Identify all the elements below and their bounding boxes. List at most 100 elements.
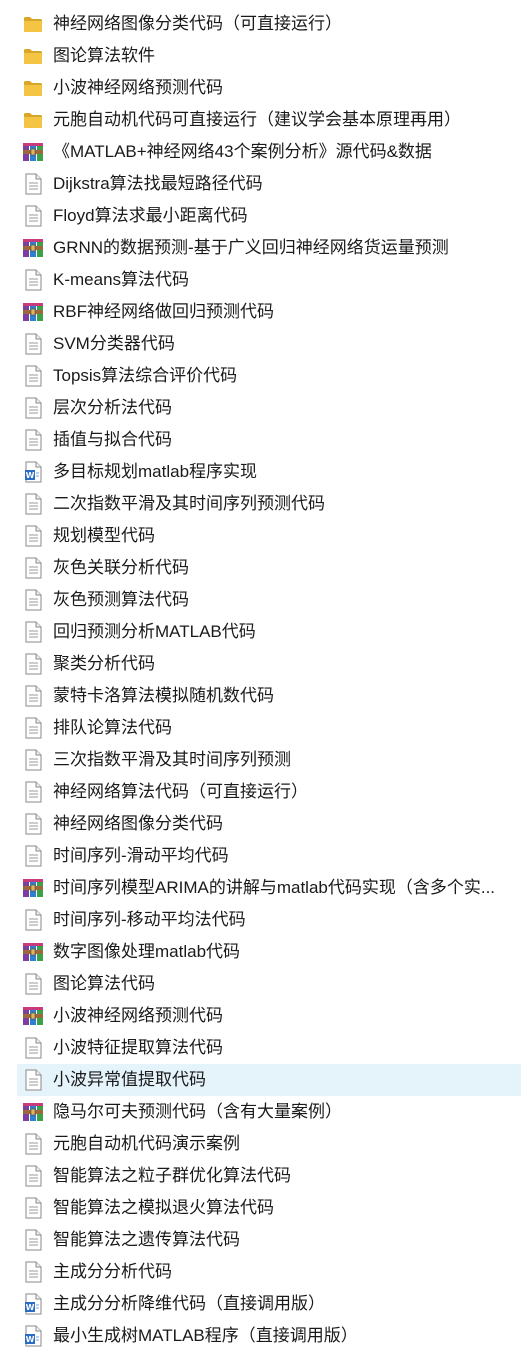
file-item[interactable]: 神经网络算法代码（可直接运行） (0, 776, 521, 808)
file-name: 插值与拟合代码 (53, 430, 172, 449)
file-item[interactable]: 回归预测分析MATLAB代码 (0, 616, 521, 648)
file-item[interactable]: 时间序列-移动平均法代码 (0, 904, 521, 936)
file-item[interactable]: 灰色预测算法代码 (0, 584, 521, 616)
folder-icon (22, 109, 44, 131)
file-name: 三次指数平滑及其时间序列预测 (53, 750, 291, 769)
file-name: SVM分类器代码 (53, 334, 175, 353)
archive-icon (22, 237, 44, 259)
archive-icon (22, 877, 44, 899)
document-icon (22, 397, 44, 419)
file-name: 智能算法之粒子群优化算法代码 (53, 1166, 291, 1185)
file-item[interactable]: GRNN的数据预测-基于广义回归神经网络货运量预测 (0, 232, 521, 264)
document-icon (22, 1165, 44, 1187)
file-name: 时间序列-滑动平均代码 (53, 846, 229, 865)
file-name: GRNN的数据预测-基于广义回归神经网络货运量预测 (53, 238, 449, 257)
document-icon (22, 749, 44, 771)
file-name: 图论算法代码 (53, 974, 155, 993)
file-item[interactable]: Topsis算法综合评价代码 (0, 360, 521, 392)
file-item[interactable]: 小波特征提取算法代码 (0, 1032, 521, 1064)
file-item[interactable]: Floyd算法求最小距离代码 (0, 200, 521, 232)
svg-text:W: W (26, 471, 35, 480)
file-item[interactable]: 时间序列-滑动平均代码 (0, 840, 521, 872)
svg-text:W: W (26, 1335, 35, 1344)
file-item[interactable]: 《MATLAB+神经网络43个案例分析》源代码&数据 (0, 136, 521, 168)
document-icon (22, 333, 44, 355)
file-name: 《MATLAB+神经网络43个案例分析》源代码&数据 (53, 142, 432, 161)
file-item[interactable]: 数字图像处理matlab代码 (0, 936, 521, 968)
document-icon (22, 653, 44, 675)
file-name: Topsis算法综合评价代码 (53, 366, 238, 385)
file-item[interactable]: 聚类分析代码 (0, 648, 521, 680)
document-icon (22, 621, 44, 643)
document-icon (22, 525, 44, 547)
folder-icon (22, 77, 44, 99)
file-item[interactable]: 智能算法之粒子群优化算法代码 (0, 1160, 521, 1192)
file-item[interactable]: 神经网络图像分类代码（可直接运行） (0, 8, 521, 40)
file-item[interactable]: 小波神经网络预测代码 (0, 72, 521, 104)
file-name: 小波神经网络预测代码 (53, 78, 223, 97)
document-icon (22, 493, 44, 515)
file-item[interactable]: 排队论算法代码 (0, 712, 521, 744)
file-item[interactable]: K-means算法代码 (0, 264, 521, 296)
document-icon (22, 813, 44, 835)
file-name: 神经网络图像分类代码 (53, 814, 223, 833)
document-icon (22, 589, 44, 611)
file-item[interactable]: 隐马尔可夫预测代码（含有大量案例） (0, 1096, 521, 1128)
file-name: K-means算法代码 (53, 270, 190, 289)
archive-icon (22, 1101, 44, 1123)
file-name: 智能算法之模拟退火算法代码 (53, 1198, 274, 1217)
file-item[interactable]: W 主成分分析降维代码（直接调用版） (0, 1288, 521, 1320)
file-name: 时间序列-移动平均法代码 (53, 910, 246, 929)
file-item[interactable]: 图论算法代码 (0, 968, 521, 1000)
file-item[interactable]: 主成分分析代码 (0, 1256, 521, 1288)
document-icon (22, 973, 44, 995)
file-name: 层次分析法代码 (53, 398, 172, 417)
file-item[interactable]: Dijkstra算法找最短路径代码 (0, 168, 521, 200)
file-item[interactable]: 插值与拟合代码 (0, 424, 521, 456)
document-icon (22, 1197, 44, 1219)
document-icon (22, 269, 44, 291)
file-item[interactable]: 智能算法之遗传算法代码 (0, 1224, 521, 1256)
file-item[interactable]: W 多目标规划matlab程序实现 (0, 456, 521, 488)
file-item[interactable]: 规划模型代码 (0, 520, 521, 552)
file-name: 图论算法软件 (53, 46, 155, 65)
file-item[interactable]: W 最小生成树MATLAB程序（直接调用版） (0, 1320, 521, 1352)
word-document-icon: W (22, 1325, 44, 1347)
file-item[interactable]: 元胞自动机代码可直接运行（建议学会基本原理再用） (0, 104, 521, 136)
svg-text:W: W (26, 1303, 35, 1312)
file-item[interactable]: 小波神经网络预测代码 (0, 1000, 521, 1032)
file-name: 多目标规划matlab程序实现 (53, 462, 258, 481)
file-item[interactable]: 层次分析法代码 (0, 392, 521, 424)
file-item[interactable]: 元胞自动机代码演示案例 (0, 1128, 521, 1160)
document-icon (22, 909, 44, 931)
file-name: 主成分分析降维代码（直接调用版） (53, 1294, 325, 1313)
document-icon (22, 205, 44, 227)
document-icon (22, 1261, 44, 1283)
file-item[interactable]: 智能算法之模拟退火算法代码 (0, 1192, 521, 1224)
archive-icon (22, 941, 44, 963)
folder-icon (22, 45, 44, 67)
file-name: 灰色预测算法代码 (53, 590, 189, 609)
file-item[interactable]: 灰色关联分析代码 (0, 552, 521, 584)
file-name: RBF神经网络做回归预测代码 (53, 302, 274, 321)
file-item[interactable]: SVM分类器代码 (0, 328, 521, 360)
file-name: 智能算法之遗传算法代码 (53, 1230, 240, 1249)
file-item[interactable]: 三次指数平滑及其时间序列预测 (0, 744, 521, 776)
file-item[interactable]: 二次指数平滑及其时间序列预测代码 (0, 488, 521, 520)
file-item[interactable]: 图论算法软件 (0, 40, 521, 72)
document-icon (22, 1069, 44, 1091)
file-name: 神经网络算法代码（可直接运行） (53, 782, 308, 801)
file-item[interactable]: 小波异常值提取代码 (17, 1064, 521, 1096)
file-item[interactable]: 蒙特卡洛算法模拟随机数代码 (0, 680, 521, 712)
file-item[interactable]: RBF神经网络做回归预测代码 (0, 296, 521, 328)
file-item[interactable]: 时间序列模型ARIMA的讲解与matlab代码实现（含多个实... (0, 872, 521, 904)
document-icon (22, 429, 44, 451)
document-icon (22, 173, 44, 195)
document-icon (22, 685, 44, 707)
file-item[interactable]: 神经网络图像分类代码 (0, 808, 521, 840)
archive-icon (22, 1005, 44, 1027)
document-icon (22, 365, 44, 387)
folder-icon (22, 13, 44, 35)
file-name: 聚类分析代码 (53, 654, 155, 673)
document-icon (22, 557, 44, 579)
